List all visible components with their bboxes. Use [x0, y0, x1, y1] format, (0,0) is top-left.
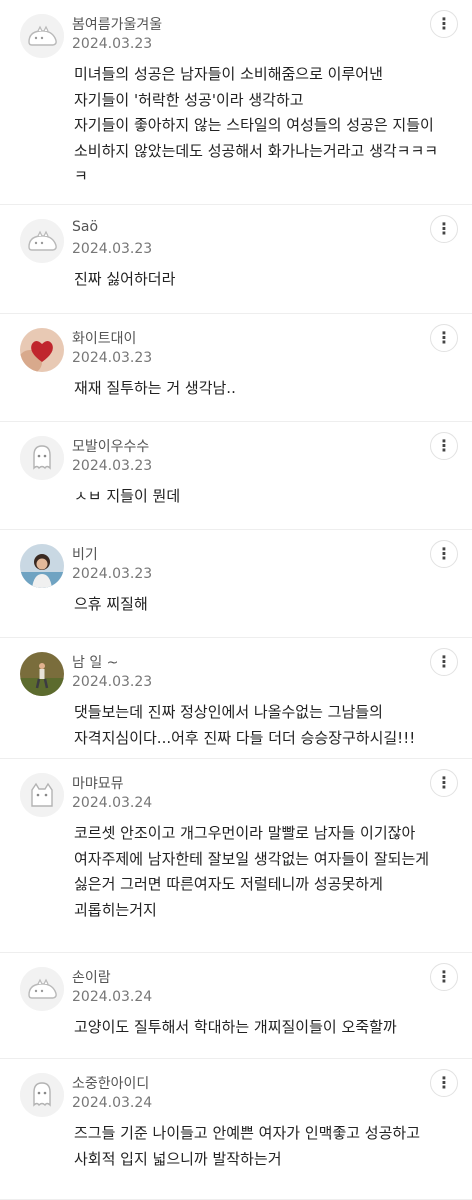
more-vertical-icon: ⋮	[436, 14, 452, 33]
more-vertical-icon: ⋮	[436, 773, 452, 792]
comment-item: 봄여름가울겨울 2024.03.23 ⋮ 미녀들의 성공은 남자들이 소비해줌으…	[0, 0, 472, 205]
avatar[interactable]	[20, 652, 64, 696]
more-vertical-icon: ⋮	[436, 544, 452, 563]
comment-author[interactable]: 남 일 ~	[72, 652, 118, 672]
comment-text: 진짜 싫어하더라	[74, 270, 176, 288]
more-options-button[interactable]: ⋮	[430, 1069, 458, 1097]
comment-date: 2024.03.23	[72, 350, 153, 366]
comment-author[interactable]: 손이람	[72, 967, 111, 987]
comment-text: 코르셋 안조이고 개그우먼이라 말빨로 남자들 이기잖아 여자주제에 남자한테 …	[74, 824, 430, 919]
comment-author[interactable]: 봄여름가울겨울	[72, 14, 162, 34]
comment-item: 비기 2024.03.23 ⋮ 으휴 찌질해	[0, 530, 472, 638]
comment-item: 남 일 ~ 2024.03.23 ⋮ 댓들보는데 진짜 정상인에서 나올수없는 …	[0, 638, 472, 759]
comment-text: 으휴 찌질해	[74, 595, 148, 613]
comment-item: Saö 2024.03.23 ⋮ 진짜 싫어하더라	[0, 205, 472, 314]
comment-author[interactable]: 마먀묘뮤	[72, 773, 124, 793]
more-vertical-icon: ⋮	[436, 652, 452, 671]
comment-author[interactable]: 모발이우수수	[72, 436, 149, 456]
avatar[interactable]	[20, 436, 64, 480]
comment-date: 2024.03.24	[72, 1095, 153, 1111]
more-options-button[interactable]: ⋮	[430, 215, 458, 243]
more-vertical-icon: ⋮	[436, 328, 452, 347]
more-vertical-icon: ⋮	[436, 436, 452, 455]
comment-text: 고양이도 질투해서 학대하는 개찌질이들이 오죽할까	[74, 1018, 397, 1036]
comment-author[interactable]: 비기	[72, 544, 98, 564]
comment-author[interactable]: 소중한아이디	[72, 1073, 149, 1093]
avatar[interactable]	[20, 328, 64, 372]
comment-text: 즈그들 기준 나이들고 안예쁜 여자가 인맥좋고 성공하고 사회적 입지 넓으니…	[74, 1124, 421, 1168]
comment-date: 2024.03.23	[72, 36, 153, 52]
comment-date: 2024.03.23	[72, 241, 153, 257]
comment-text: 댓들보는데 진짜 정상인에서 나올수없는 그남들의 자격지심이다...어후 진짜…	[74, 703, 416, 747]
avatar[interactable]	[20, 1073, 64, 1117]
comment-text: ㅅㅂ 지들이 뭔데	[74, 487, 181, 505]
more-options-button[interactable]: ⋮	[430, 769, 458, 797]
comment-author[interactable]: Saö	[72, 219, 98, 235]
comment-date: 2024.03.24	[72, 989, 153, 1005]
avatar[interactable]	[20, 773, 64, 817]
more-options-button[interactable]: ⋮	[430, 540, 458, 568]
more-options-button[interactable]: ⋮	[430, 324, 458, 352]
comment-item: 손이람 2024.03.24 ⋮ 고양이도 질투해서 학대하는 개찌질이들이 오…	[0, 953, 472, 1059]
more-vertical-icon: ⋮	[436, 967, 452, 986]
comment-item: 소중한아이디 2024.03.24 ⋮ 즈그들 기준 나이들고 안예쁜 여자가 …	[0, 1059, 472, 1200]
more-options-button[interactable]: ⋮	[430, 432, 458, 460]
more-vertical-icon: ⋮	[436, 1073, 452, 1092]
comment-date: 2024.03.23	[72, 566, 153, 582]
comment-text: 재재 질투하는 거 생각남..	[74, 379, 236, 397]
comment-text: 미녀들의 성공은 남자들이 소비해줌으로 이루어낸 자기들이 '허락한 성공'이…	[74, 65, 439, 185]
more-options-button[interactable]: ⋮	[430, 648, 458, 676]
more-options-button[interactable]: ⋮	[430, 963, 458, 991]
more-vertical-icon: ⋮	[436, 219, 452, 238]
avatar[interactable]	[20, 544, 64, 588]
comment-author[interactable]: 화이트대이	[72, 328, 136, 348]
avatar[interactable]	[20, 967, 64, 1011]
comment-date: 2024.03.24	[72, 795, 153, 811]
comment-list: 봄여름가울겨울 2024.03.23 ⋮ 미녀들의 성공은 남자들이 소비해줌으…	[0, 0, 472, 1200]
comment-item: 모발이우수수 2024.03.23 ⋮ ㅅㅂ 지들이 뭔데	[0, 422, 472, 530]
comment-date: 2024.03.23	[72, 674, 153, 690]
avatar[interactable]	[20, 219, 64, 263]
more-options-button[interactable]: ⋮	[430, 10, 458, 38]
comment-item: 마먀묘뮤 2024.03.24 ⋮ 코르셋 안조이고 개그우먼이라 말빨로 남자…	[0, 759, 472, 953]
avatar[interactable]	[20, 14, 64, 58]
comment-item: 화이트대이 2024.03.23 ⋮ 재재 질투하는 거 생각남..	[0, 314, 472, 422]
comment-date: 2024.03.23	[72, 458, 153, 474]
